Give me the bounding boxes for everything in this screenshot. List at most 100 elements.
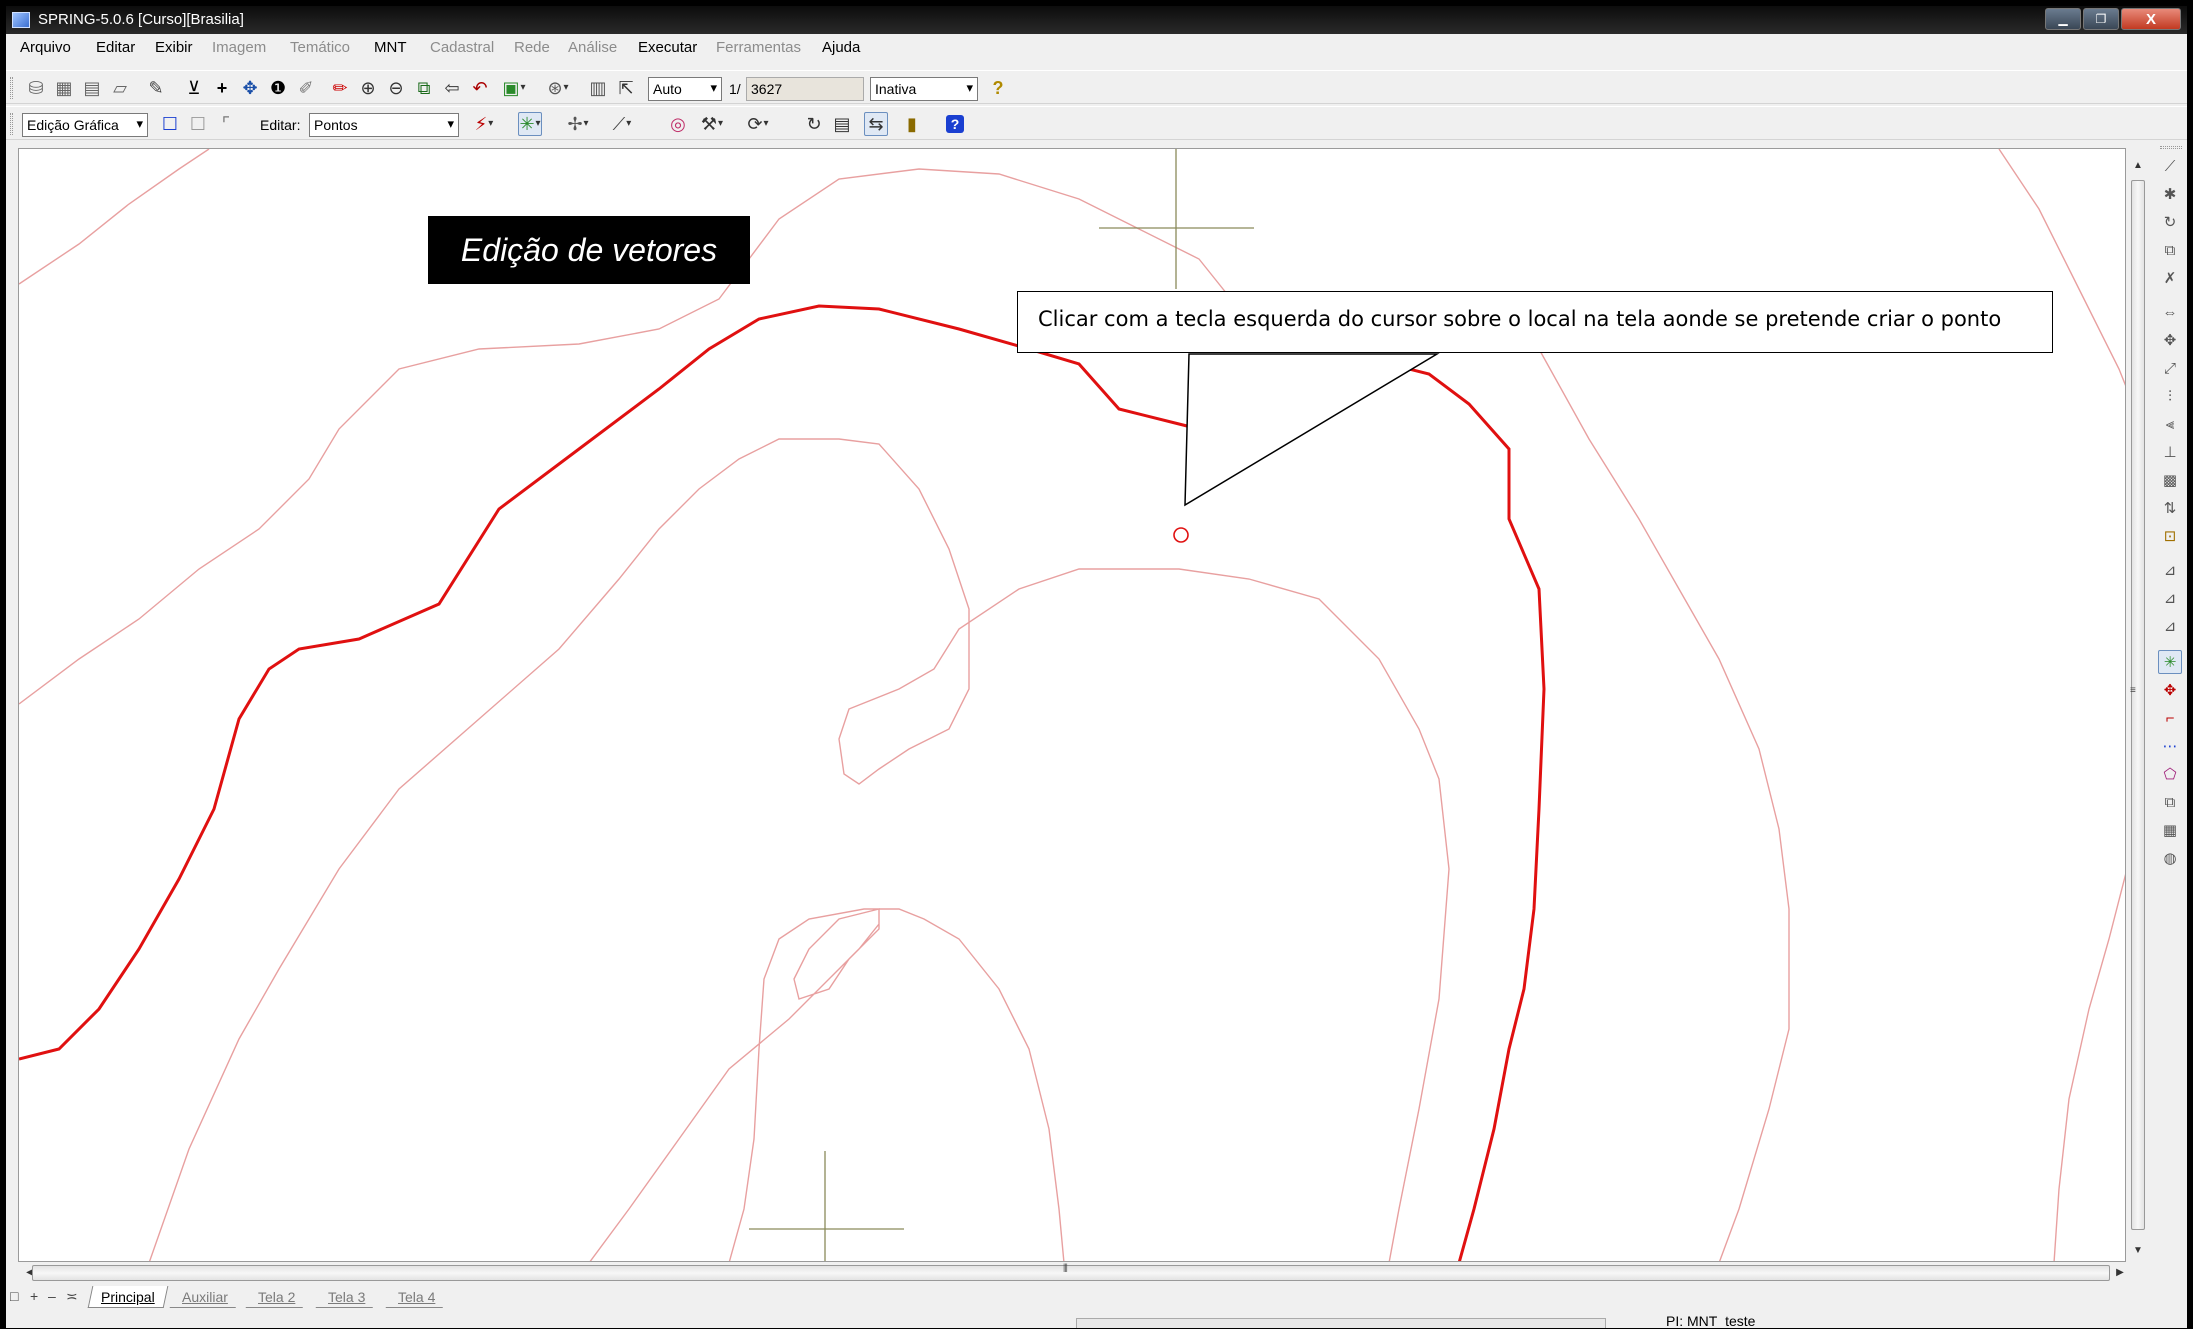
eraser-icon[interactable]: ▱ xyxy=(108,76,132,100)
edit-line2-icon[interactable]: ✱ xyxy=(2158,182,2182,206)
tools-icon[interactable]: ⚒ xyxy=(700,112,724,136)
tab-tela-3[interactable]: Tela 3 xyxy=(315,1286,378,1308)
move-all-icon[interactable]: ✥ xyxy=(2158,328,2182,352)
dots-icon[interactable]: ⋯ xyxy=(2158,734,2182,758)
move-point-icon[interactable]: ✥ xyxy=(2158,678,2182,702)
menu-editar[interactable]: Editar xyxy=(96,39,135,56)
scale-mode-select[interactable]: Auto xyxy=(648,77,722,101)
node-edit-icon[interactable]: ⊿ xyxy=(2158,586,2182,610)
pen-icon[interactable]: ✏ xyxy=(328,76,352,100)
mode-select[interactable]: Edição Gráfica xyxy=(22,113,148,137)
zoom-out-icon[interactable]: ⊖ xyxy=(384,76,408,100)
scroll-up-arrow-icon[interactable]: ▲ xyxy=(2128,156,2148,176)
menu-tematico[interactable]: Temático xyxy=(290,39,350,56)
map-icon[interactable]: ▦ xyxy=(52,76,76,100)
split-icon[interactable]: ⫶ xyxy=(2158,384,2182,408)
edit-select[interactable]: Pontos xyxy=(309,113,459,137)
scale-obj-icon[interactable]: ⤢ xyxy=(2158,356,2182,380)
close-button[interactable]: X xyxy=(2121,8,2181,30)
tab-principal[interactable]: Principal xyxy=(87,1286,169,1308)
horizontal-scroll-thumb[interactable] xyxy=(32,1265,2110,1281)
vertical-scrollbar[interactable]: ▲ ≡ ▼ xyxy=(2128,148,2148,1282)
palette-grip[interactable] xyxy=(2160,146,2182,149)
delete-line-icon[interactable]: ✗ xyxy=(2158,266,2182,290)
minimize-button[interactable]: ▁ xyxy=(2045,8,2081,30)
polygon-icon[interactable]: ⬠ xyxy=(2158,762,2182,786)
frame-icon[interactable]: ⌜ xyxy=(214,112,238,136)
square-grey-icon[interactable]: ☐ xyxy=(186,112,210,136)
join-icon[interactable]: ⫷ xyxy=(2158,412,2182,436)
back-icon[interactable]: ⇦ xyxy=(440,76,464,100)
align-icon[interactable]: ⊥ xyxy=(2158,440,2182,464)
tab-new-icon[interactable]: □ xyxy=(10,1288,18,1304)
exit-icon[interactable]: ▮ xyxy=(900,112,924,136)
copy-icon[interactable]: ⧉ xyxy=(2158,790,2182,814)
create-point-icon[interactable]: ✳ xyxy=(518,112,542,136)
fit-icon[interactable]: ⇆ xyxy=(864,112,888,136)
tag-icon[interactable]: ✐ xyxy=(294,76,318,100)
zoom-in-icon[interactable]: ⊕ xyxy=(356,76,380,100)
cursor-icon[interactable]: ⇱ xyxy=(614,76,638,100)
tab-arrange-icon[interactable]: ≍ xyxy=(66,1288,78,1305)
toolbar-grip[interactable] xyxy=(10,113,13,135)
menu-exibir[interactable]: Exibir xyxy=(155,39,193,56)
scale-input[interactable]: 3627 xyxy=(746,77,864,101)
raster-icon[interactable]: ▦ xyxy=(2158,818,2182,842)
menu-arquivo[interactable]: Arquivo xyxy=(20,39,71,56)
move-icon[interactable]: ✢ xyxy=(566,112,590,136)
transform-icon[interactable]: ⊡ xyxy=(2158,524,2182,548)
zoom-scale-icon[interactable]: ⊛ xyxy=(546,76,570,100)
menu-ferramentas[interactable]: Ferramentas xyxy=(716,39,801,56)
map-canvas[interactable]: Edição de vetores Clicar com a tecla esq… xyxy=(18,148,2126,1262)
swap-icon[interactable]: ⇅ xyxy=(2158,496,2182,520)
grid-obj-icon[interactable]: ▩ xyxy=(2158,468,2182,492)
tab-add-icon[interactable]: + xyxy=(30,1288,38,1304)
zoom-area-icon[interactable]: ⧉ xyxy=(412,76,436,100)
new-point-marker[interactable] xyxy=(1173,527,1189,543)
help-icon[interactable]: ? xyxy=(986,76,1010,100)
tab-auxiliar[interactable]: Auxiliar xyxy=(169,1286,241,1308)
color-icon[interactable]: ▣ xyxy=(502,76,526,100)
help-icon[interactable]: ? xyxy=(946,115,964,133)
tab-remove-icon[interactable]: – xyxy=(48,1288,56,1304)
menu-ajuda[interactable]: Ajuda xyxy=(822,39,860,56)
tab-tela-4[interactable]: Tela 4 xyxy=(385,1286,448,1308)
save-icon[interactable]: ▤ xyxy=(830,112,854,136)
snap-icon[interactable]: ⚡ xyxy=(472,112,496,136)
scroll-right-arrow-icon[interactable]: ▶ xyxy=(2110,1262,2130,1284)
node-icon[interactable]: ⊿ xyxy=(2158,558,2182,582)
edit-line-icon[interactable]: ⟋ xyxy=(2158,154,2182,178)
tab-tela-2[interactable]: Tela 2 xyxy=(245,1286,308,1308)
palette-icon[interactable]: ◍ xyxy=(2158,846,2182,870)
node-delete-icon[interactable]: ⊿ xyxy=(2158,614,2182,638)
toolbar-grip[interactable] xyxy=(10,77,13,99)
undo-icon[interactable]: ↶ xyxy=(468,76,492,100)
menu-rede[interactable]: Rede xyxy=(514,39,550,56)
info-draw-icon[interactable]: ✎ xyxy=(144,76,168,100)
rotate-obj-icon[interactable]: ↻ xyxy=(2158,210,2182,234)
plus-icon[interactable]: + xyxy=(210,76,234,100)
copy-obj-icon[interactable]: ⧉ xyxy=(2158,238,2182,262)
line-icon[interactable]: ⟋ xyxy=(610,112,634,136)
delete-point-icon[interactable]: ⌐ xyxy=(2158,706,2182,730)
maximize-button[interactable]: ❐ xyxy=(2083,8,2119,30)
scroll-down-arrow-icon[interactable]: ▼ xyxy=(2128,1241,2148,1261)
menu-mnt[interactable]: MNT xyxy=(374,39,407,56)
menu-analise[interactable]: Análise xyxy=(568,39,617,56)
square-blue-icon[interactable]: ☐ xyxy=(158,112,182,136)
target-icon[interactable]: ◎ xyxy=(666,112,690,136)
undo-edit-icon[interactable]: ↻ xyxy=(802,112,826,136)
create-point-icon[interactable]: ✳ xyxy=(2158,650,2182,674)
pan-icon[interactable]: ✥ xyxy=(238,76,262,100)
pointer-icon[interactable]: ⊻ xyxy=(182,76,206,100)
info-icon[interactable]: ❶ xyxy=(266,76,290,100)
menu-cadastral[interactable]: Cadastral xyxy=(430,39,494,56)
horizontal-scrollbar[interactable]: ◀ ⦀ ▶ xyxy=(18,1262,2148,1284)
status-select[interactable]: Inativa xyxy=(870,77,978,101)
menu-imagem[interactable]: Imagem xyxy=(212,39,266,56)
menu-executar[interactable]: Executar xyxy=(638,39,697,56)
layers-icon[interactable]: ⛁ xyxy=(24,76,48,100)
rotate-icon[interactable]: ⟳ xyxy=(746,112,770,136)
grid-icon[interactable]: ▥ xyxy=(586,76,610,100)
vertical-scroll-thumb[interactable] xyxy=(2131,180,2145,1230)
